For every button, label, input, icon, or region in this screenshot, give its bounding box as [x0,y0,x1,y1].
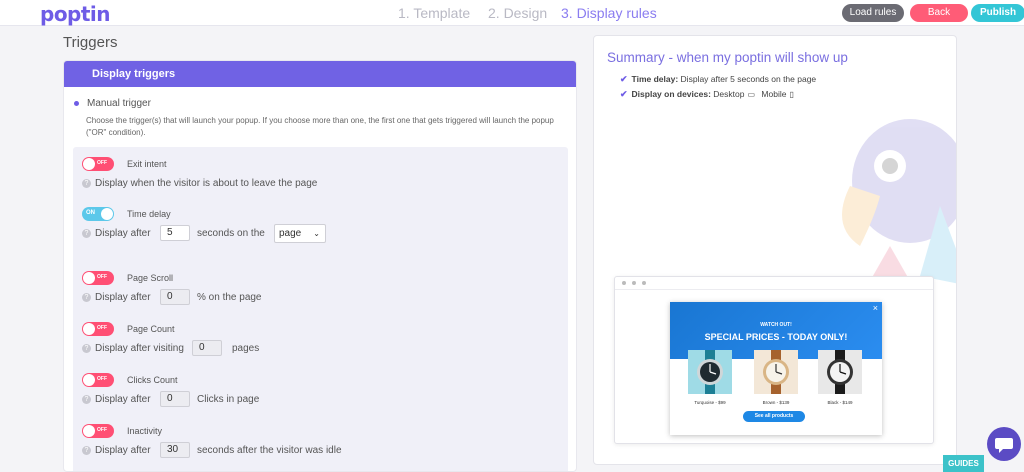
summary-devices: ✔ Display on devices: Desktop ▭ Mobile ▯ [620,89,794,99]
publish-button[interactable]: Publish [971,4,1024,22]
radio-dot-icon[interactable] [74,100,79,106]
page-count-toggle[interactable]: OFF [82,322,114,336]
triggers-title: Triggers [63,34,118,51]
close-icon[interactable]: × [873,303,878,313]
chat-widget-button[interactable] [987,427,1021,461]
trigger-name: Page Count [127,324,175,334]
trigger-name: Inactivity [127,426,163,436]
help-icon[interactable]: ? [82,395,91,404]
help-icon[interactable]: ? [82,293,91,302]
time-delay-seconds-input[interactable]: 5 [160,225,190,241]
trigger-page-scroll: OFF Page Scroll ? Display after 0 % on t… [82,271,562,309]
time-delay-toggle[interactable]: ON [82,207,114,221]
laptop-icon: ▭ [747,90,756,99]
popup-preview-window: × WATCH OUT! SPECIAL PRICES - TODAY ONLY… [614,276,934,444]
load-rules-button[interactable]: Load rules [842,4,904,22]
popup-preview: × WATCH OUT! SPECIAL PRICES - TODAY ONLY… [670,302,882,435]
trigger-name: Time delay [127,209,171,219]
trigger-time-delay: ON Time delay ? Display after 5 seconds … [82,207,562,245]
watch-brown-image [754,350,798,394]
product-brown: Brown - $139 [754,350,798,405]
trigger-page-count: OFF Page Count ? Display after visiting … [82,322,562,360]
clicks-count-input[interactable]: 0 [160,391,190,407]
page-scroll-input[interactable]: 0 [160,289,190,305]
trigger-exit-intent: OFF Exit intent ? Display when the visit… [82,157,562,195]
trigger-description: Choose the trigger(s) that will launch y… [86,116,554,137]
chevron-down-icon: ⌄ [313,229,320,238]
check-icon: ✔ [620,74,628,84]
help-icon[interactable]: ? [82,229,91,238]
back-button[interactable]: Back [910,4,968,22]
help-icon[interactable]: ? [82,179,91,188]
summary-panel: Summary - when my poptin will show up ✔ T… [593,35,957,465]
trigger-name: Exit intent [127,159,167,169]
manual-trigger-label: Manual trigger [87,98,151,109]
step-template[interactable]: 1. Template [398,5,470,21]
popup-headline: SPECIAL PRICES - TODAY ONLY! [704,332,848,342]
poptin-logo[interactable]: poptin [40,2,111,26]
trigger-inactivity: OFF Inactivity ? Display after 30 second… [82,424,562,462]
display-triggers-panel: Display triggers Manual trigger Choose t… [63,60,577,472]
popup-kicker: WATCH OUT! [760,322,792,328]
see-all-products-button[interactable]: See all products [743,411,805,422]
clicks-count-toggle[interactable]: OFF [82,373,114,387]
exit-intent-toggle[interactable]: OFF [82,157,114,171]
display-triggers-header[interactable]: Display triggers [64,61,576,87]
page-count-input[interactable]: 0 [192,340,222,356]
browser-bar [615,277,933,290]
product-turquoise: Turquoise - $99 [688,350,732,405]
trigger-name: Clicks Count [127,375,178,385]
guides-button[interactable]: GUIDES [943,455,984,472]
step-design[interactable]: 2. Design [488,5,547,21]
trigger-list: OFF Exit intent ? Display when the visit… [73,147,568,471]
trigger-desc: Display when the visitor is about to lea… [95,178,318,189]
help-icon[interactable]: ? [82,446,91,455]
product-black: Black - $149 [818,350,862,405]
summary-time-delay: ✔ Time delay: Display after 5 seconds on … [620,74,817,84]
chat-icon [995,438,1013,453]
check-icon: ✔ [620,89,628,99]
inactivity-input[interactable]: 30 [160,442,190,458]
summary-title: Summary - when my poptin will show up [607,50,848,65]
page-scroll-toggle[interactable]: OFF [82,271,114,285]
trigger-name: Page Scroll [127,273,174,283]
mobile-icon: ▯ [789,90,794,99]
watch-black-image [818,350,862,394]
watch-turquoise-image [688,350,732,394]
step-display-rules[interactable]: 3. Display rules [561,5,657,21]
trigger-clicks-count: OFF Clicks Count ? Display after 0 Click… [82,373,562,411]
help-icon[interactable]: ? [82,344,91,353]
inactivity-toggle[interactable]: OFF [82,424,114,438]
time-delay-page-select[interactable]: page ⌄ [274,224,326,243]
manual-trigger-option[interactable]: Manual trigger [74,98,151,109]
top-bar: poptin 1. Template 2. Design 3. Display … [0,0,1024,26]
